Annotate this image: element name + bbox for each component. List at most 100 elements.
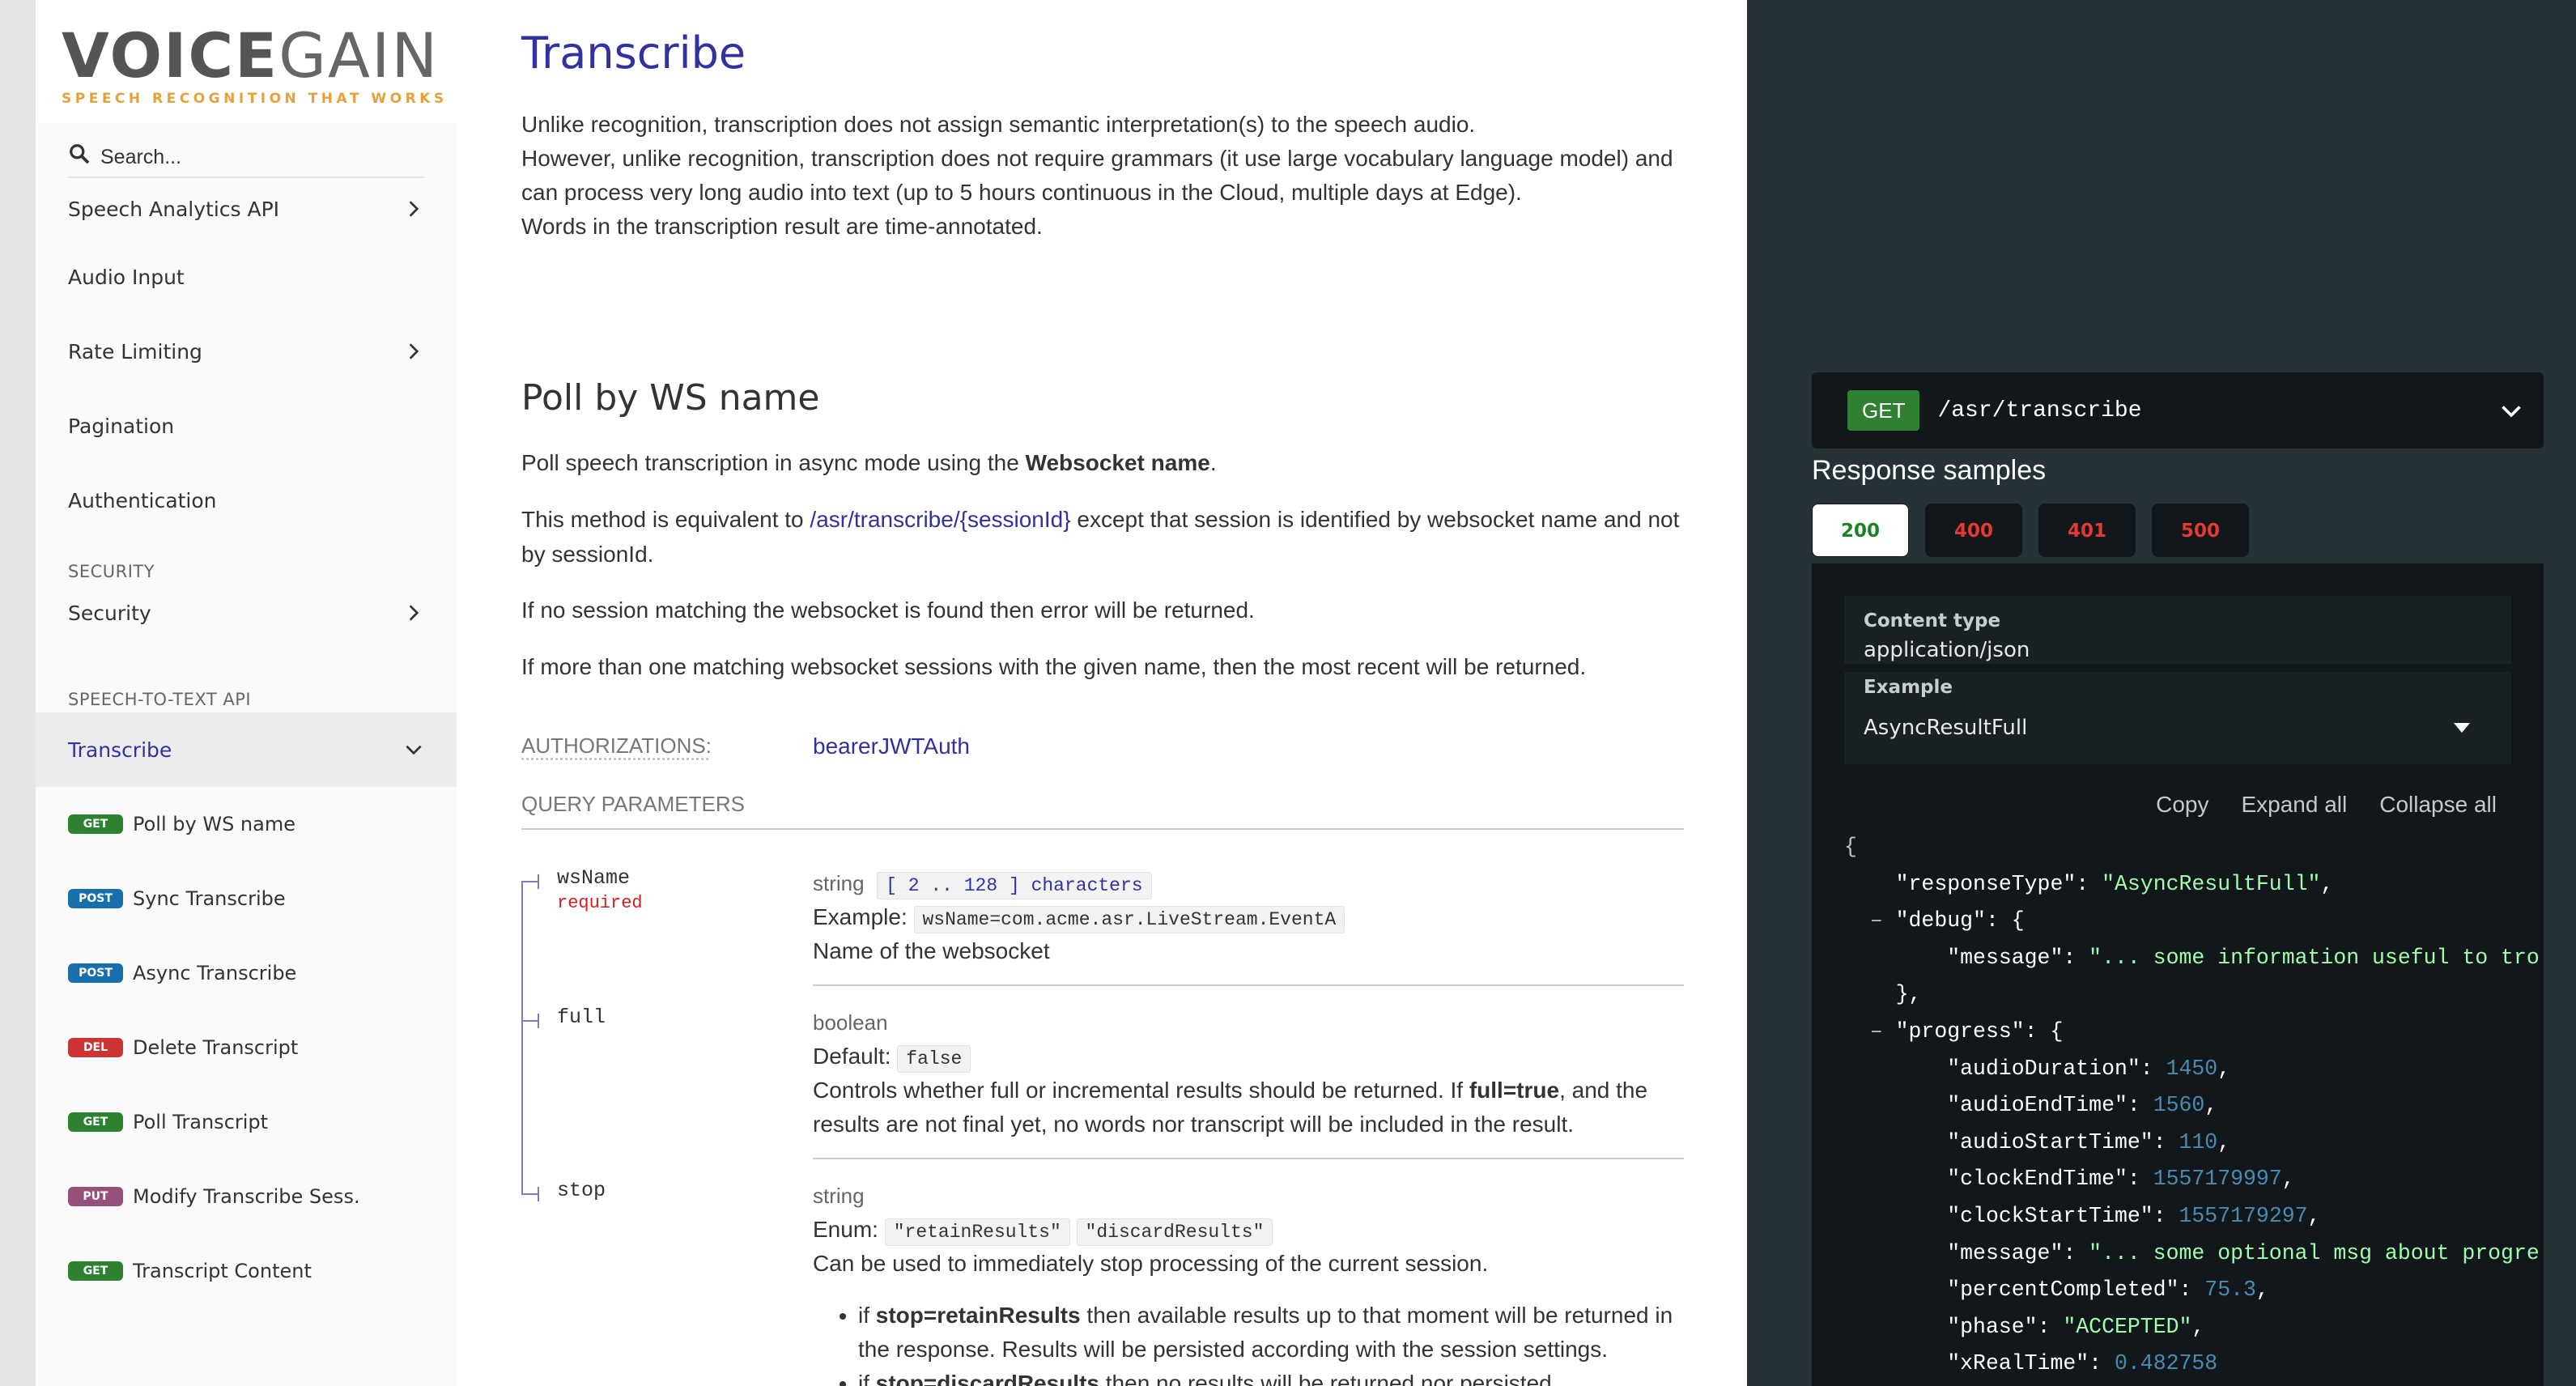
auth-scheme[interactable]: bearerJWTAuth	[813, 733, 970, 759]
sidebar-operation[interactable]: POST Sync Transcribe	[36, 861, 457, 936]
sidebar-item-label: Transcribe	[68, 738, 172, 762]
param-default: false	[897, 1045, 971, 1073]
sidebar-item-label: Audio Input	[68, 265, 185, 289]
expand-all-button[interactable]: Expand all	[2241, 792, 2347, 818]
method-badge: GET	[68, 1112, 123, 1132]
session-id-link[interactable]: /asr/transcribe/{sessionId}	[810, 507, 1070, 532]
sidebar-operation[interactable]: GET Poll Transcript	[36, 1085, 457, 1159]
content-type-value: application/json	[1864, 638, 2030, 662]
chevron-right-icon	[409, 343, 419, 359]
sidebar-item-label: Authentication	[68, 488, 217, 512]
json-sample: { "responseType": "AsyncResultFull", – "…	[1844, 835, 2540, 1376]
param-description: Controls whether full or incremental res…	[813, 1078, 1648, 1137]
endpoint-toggle[interactable]: GET /asr/transcribe	[1812, 372, 2544, 449]
operation-title: Poll by WS name	[521, 377, 820, 419]
operation-label: Modify Transcribe Sess.	[133, 1185, 360, 1208]
sidebar-operation[interactable]: PUT Modify Transcribe Sess.	[36, 1159, 457, 1234]
param-name: stop	[557, 1179, 606, 1202]
response-samples-title: Response samples	[1812, 455, 2047, 486]
logo-voice: VOICE	[62, 19, 279, 91]
method-badge: GET	[68, 814, 123, 834]
search-input[interactable]	[100, 145, 424, 169]
status-tab-500[interactable]: 500	[2152, 504, 2249, 557]
collapse-toggle[interactable]: –	[1870, 908, 1883, 933]
caret-down-icon	[2454, 723, 2470, 733]
sidebar-item-speech-analytics[interactable]: Speech Analytics API	[36, 178, 457, 240]
status-tab-401[interactable]: 401	[2038, 504, 2136, 557]
example-value: AsyncResultFull	[1864, 716, 2028, 740]
param-tree-line	[521, 881, 523, 1193]
chevron-down-icon	[2502, 406, 2521, 418]
example-select[interactable]: Example AsyncResultFull	[1844, 672, 2511, 764]
required-label: required	[557, 893, 643, 913]
example-label: Example	[1864, 677, 1953, 698]
sidebar-item-label: Speech Analytics API	[68, 197, 280, 221]
param-constraint: [ 2 .. 128 ] characters	[877, 872, 1152, 899]
param-description: Name of the websocket	[813, 938, 1050, 963]
param-name: full	[557, 1005, 606, 1029]
response-panel: GET /asr/transcribe Response samples 200…	[1747, 0, 2576, 1386]
intro-line: Words in the transcription result are ti…	[521, 214, 1043, 239]
sidebar-item-transcribe[interactable]: Transcribe	[36, 712, 457, 787]
method-badge: DEL	[68, 1038, 123, 1057]
response-sample-box: Content type application/json Example As…	[1812, 563, 2544, 1386]
param-type: boolean	[813, 1010, 888, 1035]
list-item: if stop=retainResults then available res…	[858, 1299, 1684, 1367]
method-badge: PUT	[68, 1187, 123, 1206]
collapse-all-button[interactable]: Collapse all	[2379, 792, 2497, 818]
operation-label: Delete Transcript	[133, 1036, 299, 1059]
op-equivalence: This method is equivalent to /asr/transc…	[521, 507, 1680, 567]
op-description: Poll speech transcription in async mode …	[521, 450, 1217, 475]
param-type: string	[813, 1184, 865, 1208]
search-icon	[68, 141, 100, 173]
sidebar-item-audio-input[interactable]: Audio Input	[36, 240, 457, 314]
http-verb-badge: GET	[1847, 390, 1920, 431]
sidebar-operation[interactable]: DEL Delete Transcript	[36, 1010, 457, 1085]
content-type-label: Content type	[1864, 610, 2001, 631]
chevron-right-icon	[409, 201, 419, 217]
list-item: if stop=discardResults then no results w…	[858, 1367, 1684, 1386]
operations-list: GET Poll by WS name POST Sync Transcribe POS…	[36, 787, 457, 1308]
sidebar-item-security[interactable]: Security	[36, 585, 457, 641]
main-content: Transcribe Unlike recognition, transcrip…	[457, 0, 1747, 1386]
intro-text: Unlike recognition, transcription does n…	[521, 108, 1695, 244]
sidebar-item-rate-limiting[interactable]: Rate Limiting	[36, 314, 457, 389]
sidebar-item-authentication[interactable]: Authentication	[36, 463, 457, 538]
sidebar-operation[interactable]: GET Poll by WS name	[36, 787, 457, 861]
method-badge: POST	[68, 889, 123, 908]
sidebar-item-pagination[interactable]: Pagination	[36, 389, 457, 463]
voicegain-logo[interactable]: VOICEGAIN SPEECH RECOGNITION THAT WORKS	[36, 0, 457, 123]
enum-value: "retainResults"	[884, 1218, 1070, 1246]
op-error-note: If no session matching the websocket is …	[521, 597, 1255, 623]
enum-value: "discardResults"	[1076, 1218, 1273, 1246]
sidebar-operation[interactable]: POST Async Transcribe	[36, 936, 457, 1010]
operation-label: Async Transcribe	[133, 962, 297, 984]
status-tab-400[interactable]: 400	[1925, 504, 2022, 557]
page-title: Transcribe	[521, 28, 746, 79]
copy-button[interactable]: Copy	[2156, 792, 2208, 818]
param-description: Can be used to immediately stop processi…	[813, 1251, 1489, 1276]
operation-label: Poll by WS name	[133, 813, 295, 835]
sample-toolbar: Copy Expand all Collapse all	[2123, 792, 2497, 818]
logo-gain: GAIN	[278, 19, 440, 91]
sidebar-item-label: Pagination	[68, 414, 175, 438]
sidebar-operation[interactable]: GET Transcript Content	[36, 1234, 457, 1308]
logo-tagline: SPEECH RECOGNITION THAT WORKS	[62, 91, 448, 107]
intro-line: However, unlike recognition, transcripti…	[521, 146, 1673, 205]
operation-label: Poll Transcript	[133, 1111, 269, 1133]
operation-label: Sync Transcribe	[133, 887, 286, 910]
chevron-right-icon	[409, 605, 419, 621]
stop-options-list: if stop=retainResults then available res…	[813, 1299, 1684, 1386]
status-tab-200[interactable]: 200	[1812, 504, 1909, 557]
authorizations-label: AUTHORIZATIONS:	[521, 733, 712, 758]
sidebar: VOICEGAIN SPEECH RECOGNITION THAT WORKS …	[36, 0, 457, 1386]
sidebar-section-stt: SPEECH-TO-TEXT API	[68, 690, 252, 709]
collapse-toggle[interactable]: –	[1870, 1019, 1883, 1044]
sidebar-section-security: SECURITY	[68, 562, 155, 581]
search-box[interactable]	[68, 138, 424, 178]
method-badge: GET	[68, 1261, 123, 1281]
method-badge: POST	[68, 963, 123, 983]
param-name: wsName	[557, 866, 631, 890]
sidebar-item-label: Rate Limiting	[68, 339, 202, 364]
op-recent-note: If more than one matching websocket sess…	[521, 654, 1587, 679]
